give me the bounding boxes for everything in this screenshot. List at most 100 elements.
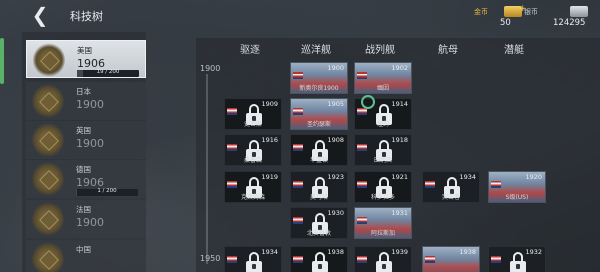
ship-card[interactable]: 1900 新奥尔良1900 bbox=[290, 62, 348, 94]
usa-flag-icon bbox=[357, 144, 367, 151]
ship-year: 1923 bbox=[327, 173, 344, 181]
ship-card[interactable]: 1919 克莱姆森 bbox=[224, 171, 282, 203]
ship-card[interactable]: 1908 华盛顿 bbox=[290, 134, 348, 166]
ship-card[interactable]: 1921 科罗拉多 bbox=[354, 171, 412, 203]
nation-year: 1900 bbox=[76, 137, 104, 150]
ship-card[interactable]: 1918 田纳西 bbox=[354, 134, 412, 166]
nation-emblem-icon bbox=[32, 84, 64, 118]
ship-card[interactable]: 1934 突击者 bbox=[422, 171, 480, 203]
ship-card[interactable]: 1930 北安普敦 bbox=[290, 207, 348, 239]
usa-flag-icon bbox=[293, 72, 303, 79]
ship-year: 1938 bbox=[459, 248, 476, 256]
silver-coin-icon bbox=[570, 6, 588, 17]
ship-year: 1908 bbox=[327, 136, 344, 144]
usa-flag-icon bbox=[227, 181, 237, 188]
ship-name: 阿拉斯加 bbox=[370, 230, 395, 237]
ship-card[interactable]: 1916 桑普森 bbox=[224, 134, 282, 166]
ship-name: 缅因 bbox=[376, 85, 389, 92]
nation-name: 中国 bbox=[76, 245, 91, 254]
ship-card[interactable]: 1923 奥马哈 bbox=[290, 171, 348, 203]
nation-emblem-icon bbox=[32, 242, 64, 272]
column-header: 巡洋舰 bbox=[301, 45, 331, 56]
usa-flag-icon bbox=[227, 256, 237, 263]
nation-item[interactable]: 法国 1900 bbox=[26, 200, 146, 238]
nation-item[interactable]: 中国 bbox=[26, 240, 146, 272]
ship-year: 1932 bbox=[525, 248, 542, 256]
nation-item[interactable]: 英国 1900 bbox=[26, 121, 146, 159]
nation-name: 德国 bbox=[76, 165, 91, 174]
ship-year: 1909 bbox=[261, 100, 278, 108]
ship-year: 1905 bbox=[327, 100, 344, 108]
ship-year: 1919 bbox=[261, 173, 278, 181]
ship-year: 1930 bbox=[327, 209, 344, 217]
page-title: 科技树 bbox=[70, 10, 103, 23]
column-header: 战列舰 bbox=[365, 45, 395, 56]
nation-emblem-icon bbox=[32, 162, 64, 196]
usa-flag-icon bbox=[293, 217, 303, 224]
ship-card[interactable]: 1934 bbox=[224, 246, 282, 272]
lock-icon bbox=[375, 252, 393, 272]
ship-year: 1939 bbox=[391, 248, 408, 256]
ship-year: 1921 bbox=[391, 173, 408, 181]
nation-name: 美国 bbox=[77, 46, 92, 55]
nation-emblem-icon bbox=[32, 202, 64, 236]
lock-icon bbox=[509, 252, 527, 272]
ship-name: 桑普森 bbox=[243, 157, 262, 164]
year-label: 1900 bbox=[200, 64, 221, 73]
ship-year: 1918 bbox=[391, 136, 408, 144]
nation-emblem-icon bbox=[32, 123, 64, 157]
usa-flag-icon bbox=[357, 256, 367, 263]
ship-card[interactable]: 1920 S级(US) bbox=[488, 171, 546, 203]
usa-flag-icon bbox=[357, 72, 367, 79]
lock-icon bbox=[311, 252, 329, 272]
panel-edge-tab[interactable] bbox=[0, 38, 4, 84]
usa-flag-icon bbox=[491, 256, 501, 263]
ship-year: 1934 bbox=[261, 248, 278, 256]
nation-name: 日本 bbox=[76, 87, 91, 96]
progress-text: 1 / 200 bbox=[97, 188, 117, 194]
ship-year: 1920 bbox=[525, 173, 542, 181]
ship-name: 科罗拉多 bbox=[370, 194, 395, 201]
progress-text: 19 / 200 bbox=[96, 69, 120, 75]
nation-item[interactable]: 德国 1906 1 / 200 bbox=[26, 160, 146, 198]
gold-label: 金币 bbox=[474, 8, 488, 16]
ship-card[interactable]: 1939 bbox=[354, 246, 412, 272]
silver-label: 银币 bbox=[524, 8, 538, 16]
nation-emblem-icon bbox=[33, 43, 65, 77]
research-progress-bar: 19 / 200 bbox=[77, 69, 139, 77]
nation-name: 法国 bbox=[76, 205, 91, 214]
nation-year: 1900 bbox=[76, 98, 104, 111]
year-label: 1950 bbox=[200, 254, 221, 263]
ship-name: 纽约 bbox=[376, 121, 389, 128]
ship-card[interactable]: 1902 缅因 bbox=[354, 62, 412, 94]
gold-value: 50 bbox=[500, 18, 511, 28]
ship-name: 克莱姆森 bbox=[240, 194, 265, 201]
ship-card[interactable]: 1932 bbox=[488, 246, 546, 272]
ship-name: 圣约瑟斯 bbox=[306, 121, 331, 128]
ship-card[interactable]: 1938 bbox=[422, 246, 480, 272]
ship-card[interactable]: 1938 bbox=[290, 246, 348, 272]
ship-name: 华盛顿 bbox=[309, 157, 328, 164]
nation-name: 英国 bbox=[76, 126, 91, 135]
ship-year: 1900 bbox=[327, 64, 344, 72]
usa-flag-icon bbox=[357, 217, 367, 224]
nation-year: 1900 bbox=[76, 216, 104, 229]
ship-name: S级(US) bbox=[505, 194, 529, 201]
ship-year: 1916 bbox=[261, 136, 278, 144]
ship-card[interactable]: 1931 阿拉斯加 bbox=[354, 207, 412, 239]
usa-flag-icon bbox=[357, 108, 367, 115]
ship-year: 1931 bbox=[391, 209, 408, 217]
usa-flag-icon bbox=[293, 144, 303, 151]
back-button[interactable]: ❮ bbox=[30, 5, 50, 26]
nation-item[interactable]: 日本 1900 bbox=[26, 82, 146, 120]
ship-name: 突击者 bbox=[441, 194, 460, 201]
ship-name: 北安普敦 bbox=[306, 230, 331, 237]
ship-card[interactable]: 1905 圣约瑟斯 bbox=[290, 98, 348, 130]
selection-ring-icon bbox=[361, 95, 375, 109]
nation-item[interactable]: 美国 1906 19 / 200 bbox=[26, 40, 146, 78]
usa-flag-icon bbox=[357, 181, 367, 188]
usa-flag-icon bbox=[293, 256, 303, 263]
usa-flag-icon bbox=[293, 108, 303, 115]
ship-card[interactable]: 1909 史密斯 bbox=[224, 98, 282, 130]
silver-value: 124295 bbox=[553, 18, 586, 28]
